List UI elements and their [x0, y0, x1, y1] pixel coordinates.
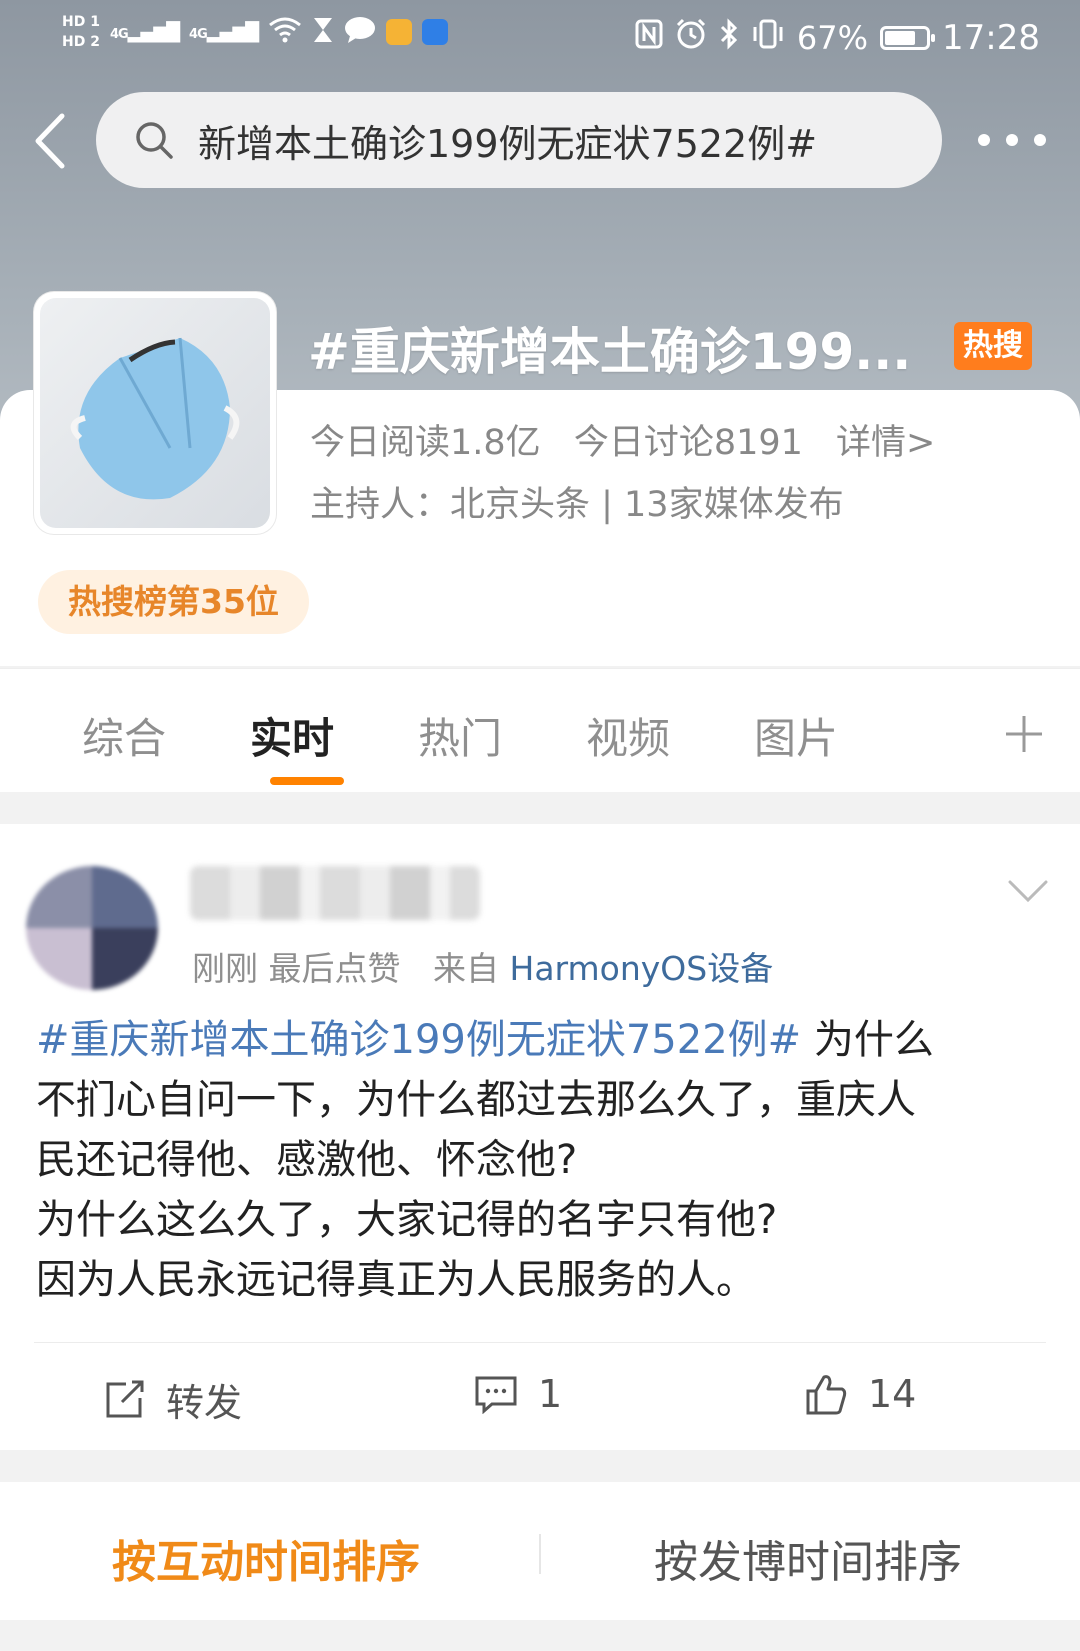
hot-search-rank[interactable]: 热搜榜第35位: [38, 570, 309, 634]
sort-bar: 按互动时间排序 按发博时间排序: [0, 1482, 1080, 1620]
comment-icon: [475, 1376, 517, 1414]
more-dot-icon: [978, 134, 990, 146]
post-card: 刚刚 最后点赞 来自 HarmonyOS设备 #重庆新增本土确诊199例无症状7…: [0, 824, 1080, 1450]
mask-image: [40, 298, 270, 528]
back-button[interactable]: [28, 106, 76, 176]
tab-bar: 综合 实时 热门 视频 图片: [0, 668, 1080, 792]
post-source-device[interactable]: HarmonyOS设备: [510, 949, 774, 988]
chat-bubble-icon: [344, 16, 376, 48]
search-input[interactable]: 新增本土确诊199例无症状7522例#: [96, 92, 942, 188]
bluetooth-icon: [719, 18, 739, 58]
repost-button[interactable]: 转发: [104, 1372, 242, 1427]
active-tab-indicator: [270, 777, 344, 785]
like-button[interactable]: 14: [804, 1372, 916, 1416]
repost-icon: [106, 1380, 144, 1417]
weather-icon: [422, 19, 449, 45]
app-notification-icon: [386, 19, 413, 45]
sort-divider: [539, 1534, 541, 1574]
signal2-icon: 4G▂▄▆█: [189, 21, 259, 43]
sort-by-post-time-button[interactable]: 按发博时间排序: [654, 1526, 962, 1590]
tab-overview[interactable]: 综合: [82, 705, 166, 766]
clock: 17:28: [942, 18, 1040, 58]
signal1-icon: 4G▂▄▆█: [109, 21, 180, 43]
post-divider: [34, 1342, 1046, 1343]
battery-icon: [880, 26, 936, 50]
post-meta: 刚刚 最后点赞 来自 HarmonyOS设备: [192, 942, 773, 990]
status-bar: HD 1 HD 2 4G▂▄▆█ 4G▂▄▆█ 67% 17:28: [0, 0, 1080, 78]
search-query: 新增本土确诊199例无症状7522例#: [198, 121, 818, 166]
thumbs-up-icon: [806, 1375, 847, 1415]
sim-indicators: HD 1 HD 2: [62, 12, 100, 52]
topic-thumbnail[interactable]: [34, 292, 276, 534]
details-link[interactable]: 详情>: [836, 423, 935, 463]
vibrate-icon: [751, 19, 785, 57]
status-right: 67% 17:28: [635, 18, 1040, 58]
plus-icon: [1006, 716, 1042, 752]
post-line-2: 不扪心自问一下，为什么都过去那么久了，重庆人: [36, 1077, 916, 1123]
more-dot-icon: [1034, 134, 1046, 146]
post-time: 刚刚: [192, 949, 258, 988]
post-menu-button[interactable]: [1006, 878, 1050, 906]
comment-count: 1: [538, 1372, 563, 1416]
repost-label: 转发: [166, 1381, 243, 1425]
wifi-icon: [268, 15, 302, 50]
post-body: #重庆新增本土确诊199例无症状7522例# 为什么 不扪心自问一下，为什么都过…: [36, 1010, 1046, 1310]
topic-stats: 今日阅读1.8亿 今日讨论8191 详情>: [310, 414, 957, 465]
post-last-like: 最后点赞: [268, 949, 401, 988]
chevron-left-icon: [35, 113, 65, 169]
tab-hot[interactable]: 热门: [418, 705, 502, 766]
battery-percent: 67%: [796, 19, 869, 57]
topic-host: 主持人：北京头条 | 13家媒体发布: [310, 485, 844, 525]
more-options-button[interactable]: [978, 120, 1046, 160]
post-source-prefix: 来自: [433, 949, 499, 988]
sim1-label: HD 1: [62, 14, 100, 30]
post-line-1: #重庆新增本土确诊199例无症状7522例# 为什么: [36, 1010, 1046, 1070]
post-line-5: 因为人民永远记得真正为人民服务的人。: [36, 1257, 756, 1303]
post-line-3: 民还记得他、感激他、怀念他?: [36, 1137, 578, 1183]
today-reads: 今日阅读1.8亿: [310, 423, 541, 463]
more-dot-icon: [1006, 134, 1018, 146]
post-line-1-tail: 为什么: [801, 1017, 934, 1063]
avatar[interactable]: [26, 866, 158, 990]
hot-search-badge: 热搜: [954, 322, 1032, 370]
today-discussions: 今日讨论8191: [573, 423, 803, 463]
comment-button[interactable]: 1: [474, 1372, 562, 1416]
sim2-label: HD 2: [62, 34, 100, 50]
alarm-icon: [675, 18, 707, 58]
hourglass-icon: [312, 16, 334, 48]
search-icon: [136, 122, 173, 159]
tab-video[interactable]: 视频: [586, 705, 670, 766]
like-count: 14: [868, 1372, 917, 1416]
nfc-icon: [635, 19, 663, 57]
post-hashtag[interactable]: #重庆新增本土确诊199例无症状7522例#: [36, 1017, 801, 1063]
sort-by-interaction-button[interactable]: 按互动时间排序: [112, 1526, 420, 1590]
status-left: HD 1 HD 2 4G▂▄▆█ 4G▂▄▆█: [62, 12, 449, 52]
topic-title: #重庆新增本土确诊199...: [308, 323, 912, 381]
username-blurred[interactable]: [190, 866, 480, 920]
face-mask-illustration: [70, 337, 240, 500]
add-tab-button[interactable]: [1004, 714, 1044, 754]
chevron-down-icon: [1008, 880, 1048, 903]
post-line-4: 为什么这么久了，大家记得的名字只有他?: [36, 1197, 778, 1243]
tab-realtime[interactable]: 实时: [250, 705, 334, 766]
tab-images[interactable]: 图片: [754, 705, 838, 766]
